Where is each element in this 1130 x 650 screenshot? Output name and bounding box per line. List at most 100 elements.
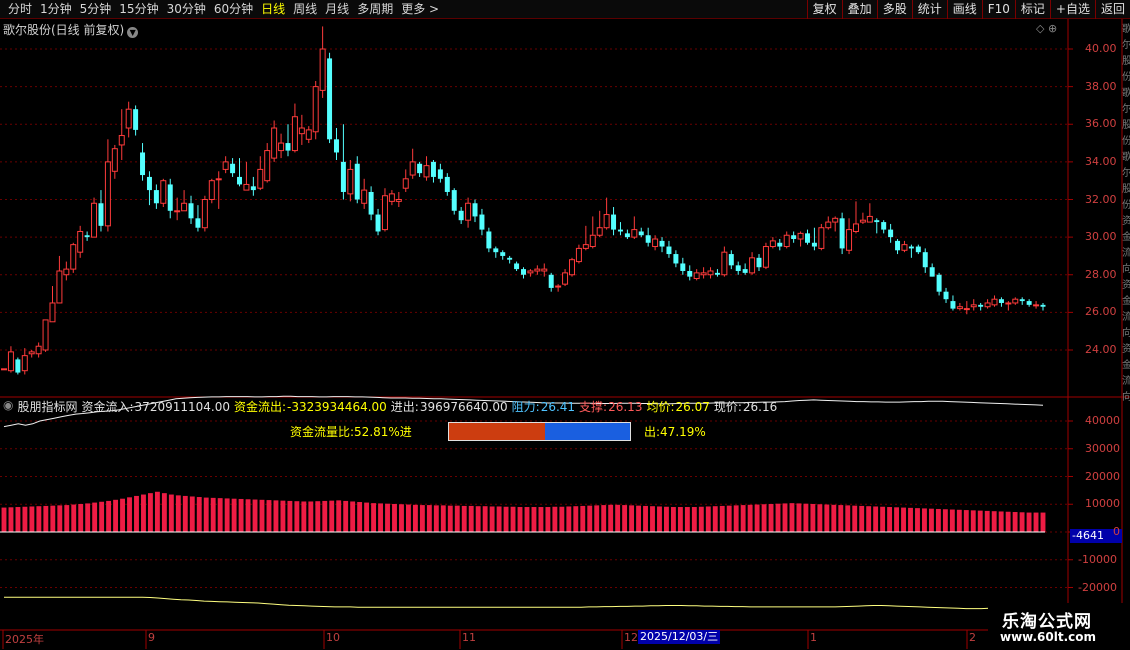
tool-button-3[interactable]: 统计 bbox=[911, 0, 947, 19]
panel-control-icons[interactable]: ◇ ⊕ bbox=[1036, 22, 1057, 35]
flow-histogram-bar bbox=[280, 500, 286, 532]
period-tab-6[interactable]: 日线 bbox=[257, 0, 289, 19]
flow-histogram-bar bbox=[29, 506, 35, 532]
period-tab-5[interactable]: 60分钟 bbox=[210, 0, 257, 19]
candle-body bbox=[285, 143, 291, 151]
candle-body bbox=[611, 214, 617, 230]
candle-body bbox=[700, 272, 707, 276]
flow-histogram-bar bbox=[817, 504, 823, 532]
flow-histogram-bar bbox=[71, 504, 77, 532]
period-tab-2[interactable]: 5分钟 bbox=[76, 0, 116, 19]
flow-histogram-bar bbox=[559, 506, 565, 532]
candle-body bbox=[895, 240, 901, 251]
flow-histogram-bar bbox=[161, 493, 167, 532]
flow-histogram-bar bbox=[22, 506, 28, 532]
period-tab-9[interactable]: 多周期 bbox=[353, 0, 397, 19]
time-tick-label: 11 bbox=[462, 631, 476, 644]
flow-histogram-bar bbox=[538, 507, 544, 532]
tool-button-6[interactable]: 标记 bbox=[1014, 0, 1050, 19]
tool-button-8[interactable]: 返回 bbox=[1094, 0, 1130, 19]
flow-histogram-bar bbox=[859, 505, 865, 532]
dropdown-icon[interactable]: ▼ bbox=[127, 27, 139, 38]
flow-histogram-bar bbox=[761, 504, 767, 532]
candle-body bbox=[859, 219, 866, 223]
candle-body bbox=[21, 355, 28, 372]
flow-histogram-bar bbox=[719, 505, 725, 532]
flow-histogram-bar bbox=[287, 500, 293, 532]
flow-histogram-bar bbox=[210, 497, 216, 532]
tool-button-1[interactable]: 叠加 bbox=[841, 0, 877, 19]
zoom-icon[interactable]: ⊕ bbox=[1048, 22, 1057, 35]
candle-body bbox=[866, 215, 873, 223]
indicator-tick-label: 20000 bbox=[1085, 469, 1120, 483]
candle-body bbox=[950, 301, 956, 309]
chart-canvas[interactable] bbox=[0, 19, 1130, 650]
flow-histogram-bar bbox=[266, 500, 272, 532]
flow-histogram-bar bbox=[775, 503, 781, 532]
period-tab-7[interactable]: 周线 bbox=[289, 0, 321, 19]
flow-histogram-bar bbox=[698, 506, 704, 532]
diamond-icon[interactable]: ◇ bbox=[1036, 22, 1044, 35]
flow-histogram-bar bbox=[496, 506, 502, 532]
candle-body bbox=[575, 247, 582, 263]
flow-histogram-bar bbox=[1, 507, 7, 532]
candle-body bbox=[638, 231, 644, 236]
period-tab-3[interactable]: 15分钟 bbox=[115, 0, 162, 19]
indicator-toggle-icon[interactable]: ◉ bbox=[3, 398, 13, 412]
candle-body bbox=[230, 163, 236, 174]
flow-histogram-bar bbox=[670, 507, 676, 532]
candle-body bbox=[659, 240, 665, 247]
tool-button-2[interactable]: 多股 bbox=[876, 0, 912, 19]
candle-body bbox=[42, 319, 49, 351]
candle-body bbox=[908, 246, 914, 249]
flow-histogram-bar bbox=[259, 499, 265, 532]
candle-body bbox=[237, 176, 243, 185]
candle-body bbox=[680, 263, 686, 271]
period-tab-0[interactable]: 分时 bbox=[4, 0, 36, 19]
tool-button-4[interactable]: 画线 bbox=[946, 0, 982, 19]
flow-histogram-bar bbox=[691, 507, 697, 532]
flow-histogram-bar bbox=[426, 505, 432, 532]
flow-histogram-bar bbox=[552, 506, 558, 532]
candle-body bbox=[319, 48, 326, 91]
indicator-field-value: 26.41 bbox=[540, 400, 576, 414]
tool-button-7[interactable]: +自选 bbox=[1049, 0, 1095, 19]
flow-histogram-bar bbox=[970, 510, 976, 532]
flow-histogram-bar bbox=[977, 510, 983, 532]
flow-histogram-bar bbox=[203, 497, 209, 532]
period-tab-1[interactable]: 1分钟 bbox=[36, 0, 76, 19]
candle-body bbox=[521, 269, 526, 275]
candle-body bbox=[153, 190, 159, 204]
flow-histogram-bar bbox=[963, 510, 969, 532]
flow-ratio-bar bbox=[448, 422, 631, 441]
flow-histogram-bar bbox=[782, 503, 788, 532]
candle-body bbox=[451, 190, 457, 211]
candle-body bbox=[368, 191, 374, 215]
candle-body bbox=[603, 214, 610, 229]
flow-histogram-bar bbox=[385, 503, 390, 532]
candle-body bbox=[507, 257, 513, 260]
main-panel-title[interactable]: 歌尔股份(日线 前复权) ▼ bbox=[3, 21, 139, 38]
tool-button-5[interactable]: F10 bbox=[981, 0, 1015, 19]
flow-histogram-bar bbox=[301, 501, 307, 532]
period-tab-4[interactable]: 30分钟 bbox=[163, 0, 210, 19]
indicator-field-value: 3720911104.00 bbox=[134, 400, 230, 414]
candle-body bbox=[1019, 299, 1025, 302]
flow-histogram-bar bbox=[1012, 512, 1018, 532]
flow-histogram-bar bbox=[322, 500, 328, 532]
period-tab-8[interactable]: 月线 bbox=[321, 0, 353, 19]
candle-body bbox=[291, 116, 298, 152]
indicator-field-value: 26.16 bbox=[742, 400, 778, 414]
candle-body bbox=[28, 351, 35, 355]
flow-histogram-bar bbox=[252, 499, 258, 532]
flow-histogram-bar bbox=[796, 503, 802, 532]
indicator-name[interactable]: 股朋指标网 bbox=[17, 398, 77, 414]
tool-button-0[interactable]: 复权 bbox=[806, 0, 842, 19]
period-tab-10[interactable]: 更多 > bbox=[397, 0, 443, 19]
flow-histogram-bar bbox=[901, 507, 906, 532]
top-toolbar: 分时 1分钟 5分钟 15分钟 30分钟 60分钟 日线 周线 月线 多周期 更多 > 复权 叠加 多股… bbox=[0, 0, 1130, 19]
candle-body bbox=[1005, 302, 1012, 305]
candle-body bbox=[811, 242, 817, 247]
candle-body bbox=[444, 176, 450, 192]
candle-body bbox=[839, 218, 845, 249]
